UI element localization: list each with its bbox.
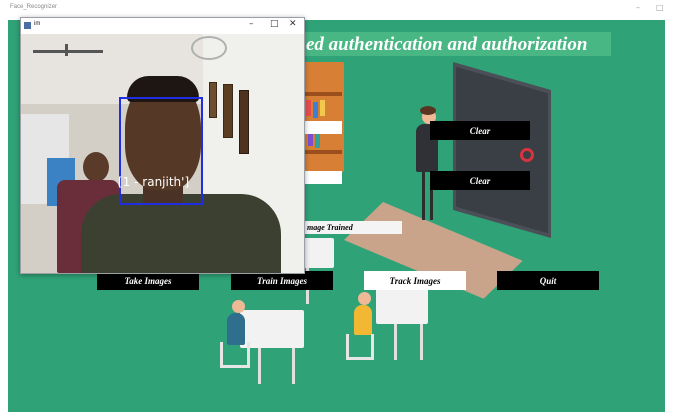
student-body-illustration bbox=[354, 305, 372, 335]
book-illustration bbox=[320, 100, 325, 116]
name-entry[interactable] bbox=[304, 171, 342, 184]
book-illustration bbox=[315, 132, 320, 148]
desk-illustration bbox=[376, 286, 428, 324]
window-app-icon bbox=[24, 22, 31, 29]
blackboard-illustration bbox=[456, 66, 548, 234]
student-head-illustration bbox=[358, 292, 371, 305]
camera-maximize-button[interactable]: □ bbox=[270, 19, 279, 29]
wall-frame bbox=[239, 90, 249, 154]
background-person-head bbox=[83, 152, 109, 182]
screen: Face_Recognizer – □ ed authentication an… bbox=[0, 0, 673, 412]
shelf-row bbox=[300, 150, 342, 154]
clear-button-1[interactable]: Clear bbox=[430, 121, 530, 140]
ceiling-fan-blade bbox=[33, 50, 103, 53]
camera-close-button[interactable]: ✕ bbox=[289, 19, 297, 29]
wall-fan bbox=[191, 36, 227, 60]
camera-window[interactable]: im – □ ✕ [1 - ranjith'] bbox=[20, 17, 305, 274]
camera-titlebar[interactable]: im – □ ✕ bbox=[21, 18, 304, 34]
desk-leg-illustration bbox=[420, 324, 423, 360]
camera-feed: [1 - ranjith'] bbox=[21, 34, 304, 273]
page-heading: ed authentication and authorization bbox=[306, 34, 588, 55]
student-head-illustration bbox=[232, 300, 245, 313]
wall-frame bbox=[223, 84, 233, 138]
student-body-illustration bbox=[227, 313, 245, 345]
camera-minimize-button[interactable]: – bbox=[249, 19, 254, 29]
wall-frame bbox=[209, 82, 217, 118]
chair-illustration bbox=[220, 342, 250, 368]
shelf-row bbox=[300, 92, 342, 96]
ceiling-fan-rod bbox=[65, 44, 68, 56]
book-illustration bbox=[313, 102, 318, 118]
notification-label: mage Trained bbox=[304, 221, 402, 234]
quit-button[interactable]: Quit bbox=[497, 271, 599, 290]
app-maximize-button[interactable]: □ bbox=[656, 3, 664, 12]
camera-window-title: im bbox=[34, 21, 41, 27]
app-minimize-button[interactable]: – bbox=[636, 3, 640, 12]
app-title: Face_Recognizer bbox=[10, 4, 58, 10]
face-recognition-label: [1 - ranjith'] bbox=[118, 175, 190, 189]
desk-leg-illustration bbox=[258, 348, 261, 384]
desk-leg-illustration bbox=[394, 324, 397, 360]
track-images-button[interactable]: Track Images bbox=[364, 271, 466, 290]
magnifier-illustration bbox=[520, 148, 534, 162]
teacher-leg-illustration bbox=[422, 172, 425, 220]
chair-illustration bbox=[346, 334, 374, 360]
desk-leg-illustration bbox=[292, 348, 295, 384]
subject-shirt bbox=[81, 194, 281, 273]
id-entry[interactable] bbox=[304, 121, 342, 134]
book-illustration bbox=[306, 100, 311, 116]
clear-button-2[interactable]: Clear bbox=[430, 171, 530, 190]
teacher-hair-illustration bbox=[420, 106, 436, 115]
